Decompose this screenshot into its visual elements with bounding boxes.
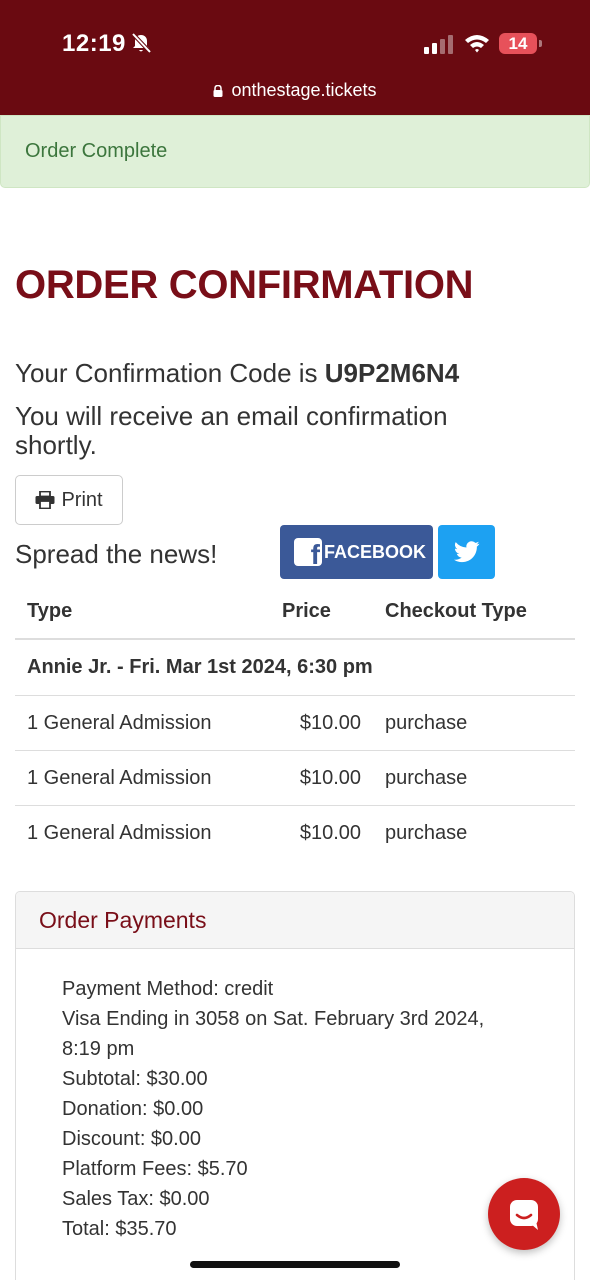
tickets-table: Type Price Checkout Type Annie Jr. - Fri… [15, 585, 575, 861]
status-bar: 12:19 14 onthestage.tickets [0, 0, 590, 115]
ticket-type: 1 General Admission [27, 822, 212, 844]
payment-card: Visa Ending in 3058 on Sat. February 3rd… [62, 1008, 485, 1060]
spread-the-news-label: Spread the news! [15, 539, 218, 569]
chat-icon [510, 1200, 538, 1230]
ticket-type: 1 General Admission [27, 767, 212, 789]
page-title: ORDER CONFIRMATION [15, 263, 474, 307]
ticket-price: $10.00 [299, 822, 361, 844]
signal-icon [424, 35, 453, 54]
payment-discount: Discount: $0.00 [62, 1128, 201, 1150]
table-row: 1 General Admission $10.00 purchase [15, 696, 575, 751]
ticket-price: $10.00 [299, 712, 361, 734]
ticket-price: $10.00 [299, 767, 361, 789]
header-type: Type [27, 600, 73, 622]
payment-subtotal: Subtotal: $30.00 [62, 1068, 208, 1090]
url-text: onthestage.tickets [231, 80, 377, 100]
payment-method: Payment Method: credit [62, 978, 274, 1000]
table-header: Type Price Checkout Type [15, 585, 575, 640]
lock-icon [213, 85, 223, 97]
payment-platform-fees: Platform Fees: $5.70 [62, 1158, 248, 1180]
payment-sales-tax: Sales Tax: $0.00 [62, 1188, 210, 1210]
printer-icon [35, 491, 55, 509]
payment-donation: Donation: $0.00 [62, 1098, 204, 1120]
header-checkout-type: Checkout Type [385, 600, 527, 622]
chat-button[interactable] [488, 1178, 560, 1250]
facebook-icon: f [294, 538, 322, 569]
confirmation-code: U9P2M6N4 [324, 358, 460, 388]
wifi-icon [465, 35, 489, 53]
confirmation-code-line: Your Confirmation Code is U9P2M6N4 [15, 358, 459, 389]
header-price: Price [282, 600, 331, 622]
email-notice: You will receive an email confirmation s… [15, 401, 448, 460]
battery-level: 14 [499, 33, 537, 54]
ticket-checkout-type: purchase [385, 767, 468, 789]
order-payments-title: Order Payments [16, 892, 574, 949]
twitter-share-button[interactable] [438, 525, 495, 579]
ticket-type: 1 General Admission [27, 712, 212, 734]
order-complete-alert: Order Complete [0, 115, 590, 188]
address-bar[interactable]: onthestage.tickets [0, 80, 590, 101]
ticket-checkout-type: purchase [385, 822, 468, 844]
payment-total: Total: $35.70 [62, 1218, 177, 1240]
twitter-icon [453, 541, 479, 563]
bell-muted-icon [131, 32, 152, 54]
facebook-label: FACEBOOK [324, 541, 427, 562]
table-row: 1 General Admission $10.00 purchase [15, 751, 575, 806]
confirmation-code-prefix: Your Confirmation Code is [15, 358, 325, 388]
alert-text: Order Complete [25, 140, 168, 162]
table-row: 1 General Admission $10.00 purchase [15, 806, 575, 861]
battery-icon: 14 [499, 33, 543, 54]
print-label: Print [61, 488, 103, 511]
status-time: 12:19 [62, 30, 126, 57]
print-button[interactable]: Print [15, 475, 123, 525]
ticket-checkout-type: purchase [385, 712, 468, 734]
home-indicator [190, 1261, 400, 1268]
facebook-share-button[interactable]: f FACEBOOK [280, 525, 433, 579]
event-group-row: Annie Jr. - Fri. Mar 1st 2024, 6:30 pm [15, 640, 575, 696]
